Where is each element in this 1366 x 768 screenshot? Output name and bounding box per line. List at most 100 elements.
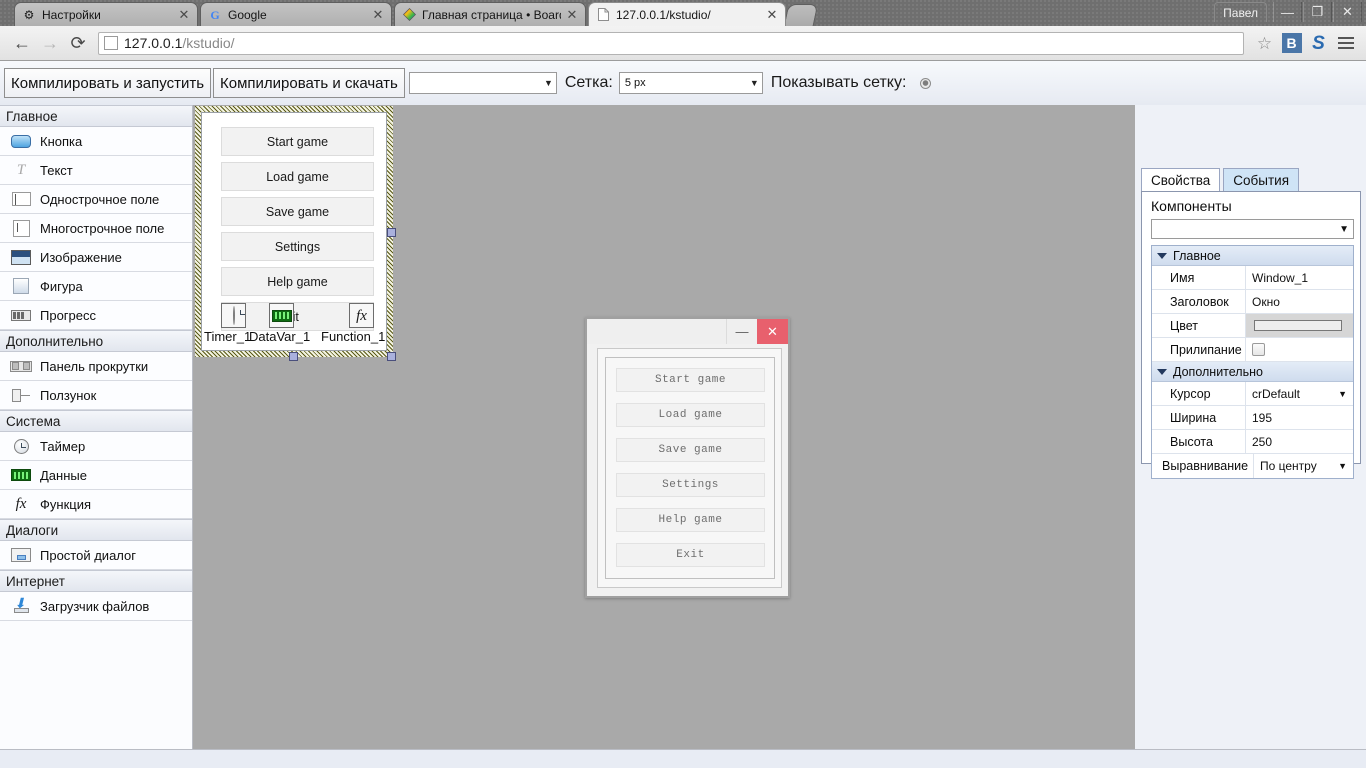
extension-s-icon[interactable]: S xyxy=(1306,31,1331,56)
browser-tabstrip: ⚙ Настройки ✕ G Google ✕ Главная страниц… xyxy=(0,0,1366,26)
design-button-help[interactable]: Help game xyxy=(221,267,374,296)
grid-size-select[interactable]: 5 px ▼ xyxy=(619,72,763,94)
selection-handle-bottom-right[interactable] xyxy=(387,352,396,361)
bookmark-star-icon[interactable]: ☆ xyxy=(1252,31,1277,56)
property-row-align[interactable]: Выравнивание По центру ▼ xyxy=(1152,454,1353,478)
preview-button-help[interactable]: Help game xyxy=(616,508,765,532)
reload-icon[interactable]: ⟳ xyxy=(64,29,92,57)
property-key: Ширина xyxy=(1152,411,1245,425)
design-button-load[interactable]: Load game xyxy=(221,162,374,191)
palette-item-button[interactable]: Кнопка xyxy=(0,127,192,156)
menu-icon[interactable] xyxy=(1333,31,1358,56)
tab-events[interactable]: События xyxy=(1223,168,1299,192)
window-minimize-button[interactable]: — xyxy=(1273,2,1302,22)
url-host: 127.0.0.1 xyxy=(124,35,182,51)
page-icon xyxy=(104,36,118,50)
palette-item-file-downloader[interactable]: Загрузчик файлов xyxy=(0,592,192,621)
preview-button-settings[interactable]: Settings xyxy=(616,473,765,497)
palette-item-simple-dialog[interactable]: Простой диалог xyxy=(0,541,192,570)
property-value[interactable]: Window_1 xyxy=(1245,266,1353,289)
browser-tab-3[interactable]: Главная страница • Board.l ✕ xyxy=(394,2,586,26)
property-group-additional[interactable]: Дополнительно xyxy=(1152,362,1353,382)
preview-close-button[interactable]: ✕ xyxy=(757,319,788,344)
palette-item-image[interactable]: Изображение xyxy=(0,243,192,272)
selection-handle-bottom[interactable] xyxy=(289,352,298,361)
preview-button-save[interactable]: Save game xyxy=(616,438,765,462)
tab-title: 127.0.0.1/kstudio/ xyxy=(616,8,761,22)
property-value[interactable]: 250 xyxy=(1245,430,1353,453)
browser-tab-2[interactable]: G Google ✕ xyxy=(200,2,392,26)
component-select[interactable]: ▼ xyxy=(409,72,557,94)
palette-item-data[interactable]: Данные xyxy=(0,461,192,490)
preview-button-load[interactable]: Load game xyxy=(616,403,765,427)
image-icon xyxy=(10,248,32,266)
property-value-select[interactable]: crDefault ▼ xyxy=(1245,382,1353,405)
browser-profile-button[interactable]: Павел xyxy=(1214,2,1267,22)
palette-item-function[interactable]: fx Функция xyxy=(0,490,192,519)
checkbox-icon[interactable] xyxy=(1252,343,1265,356)
property-row-cursor[interactable]: Курсор crDefault ▼ xyxy=(1152,382,1353,406)
property-group-main[interactable]: Главное xyxy=(1152,246,1353,266)
property-value-checkbox[interactable] xyxy=(1245,338,1353,361)
palette-item-text[interactable]: T Текст xyxy=(0,156,192,185)
address-bar[interactable]: 127.0.0.1/kstudio/ xyxy=(98,32,1244,55)
tab-close-icon[interactable]: ✕ xyxy=(177,8,191,22)
tab-close-icon[interactable]: ✕ xyxy=(565,8,579,22)
property-row-caption[interactable]: Заголовок Окно xyxy=(1152,290,1353,314)
palette-item-scrollbar[interactable]: Панель прокрутки xyxy=(0,352,192,381)
palette-item-progress[interactable]: Прогресс xyxy=(0,301,192,330)
preview-window[interactable]: — ✕ Start game Load game Save game Setti… xyxy=(585,317,790,598)
property-row-name[interactable]: Имя Window_1 xyxy=(1152,266,1353,290)
back-icon[interactable]: ← xyxy=(8,29,36,57)
collapse-triangle-icon xyxy=(1157,253,1167,259)
palette-item-trackbar[interactable]: Ползунок xyxy=(0,381,192,410)
color-swatch[interactable] xyxy=(1254,320,1342,331)
forward-icon[interactable]: → xyxy=(36,29,64,57)
palette-item-edit[interactable]: Однострочное поле xyxy=(0,185,192,214)
property-value-select[interactable]: По центру ▼ xyxy=(1253,454,1353,478)
compile-and-run-button[interactable]: Компилировать и запустить xyxy=(4,68,211,98)
preview-button-exit[interactable]: Exit xyxy=(616,543,765,567)
design-component-function[interactable]: fx xyxy=(349,303,374,328)
preview-minimize-button[interactable]: — xyxy=(726,319,757,344)
property-row-height[interactable]: Высота 250 xyxy=(1152,430,1353,454)
window-close-button[interactable]: ✕ xyxy=(1333,2,1362,22)
design-button-start[interactable]: Start game xyxy=(221,127,374,156)
palette-item-memo[interactable]: Многострочное поле xyxy=(0,214,192,243)
preview-button-start[interactable]: Start game xyxy=(616,368,765,392)
new-tab-button[interactable] xyxy=(784,4,819,26)
property-row-width[interactable]: Ширина 195 xyxy=(1152,406,1353,430)
window-maximize-button[interactable]: ❐ xyxy=(1303,2,1332,22)
browser-tab-1[interactable]: ⚙ Настройки ✕ xyxy=(14,2,198,26)
gear-icon: ⚙ xyxy=(21,7,37,23)
design-canvas[interactable]: Start game Load game Save game Settings … xyxy=(193,105,1135,768)
palette-item-timer[interactable]: Таймер xyxy=(0,432,192,461)
palette-item-label: Прогресс xyxy=(40,308,96,323)
design-form[interactable]: Start game Load game Save game Settings … xyxy=(201,112,387,351)
tab-close-icon[interactable]: ✕ xyxy=(765,8,779,22)
compile-and-download-button[interactable]: Компилировать и скачать xyxy=(213,68,405,98)
palette-item-shape[interactable]: Фигура xyxy=(0,272,192,301)
tab-close-icon[interactable]: ✕ xyxy=(371,8,385,22)
property-key: Цвет xyxy=(1152,319,1245,333)
tab-properties[interactable]: Свойства xyxy=(1141,168,1220,192)
design-component-data[interactable] xyxy=(269,303,294,328)
components-select[interactable]: ▼ xyxy=(1151,219,1354,239)
property-value-color[interactable] xyxy=(1245,314,1353,337)
form-selection[interactable]: Start game Load game Save game Settings … xyxy=(195,106,393,357)
show-grid-checkbox[interactable] xyxy=(920,78,931,89)
property-value[interactable]: Окно xyxy=(1245,290,1353,313)
extension-vk-icon[interactable]: В xyxy=(1279,31,1304,56)
property-value[interactable]: 195 xyxy=(1245,406,1353,429)
design-button-save[interactable]: Save game xyxy=(221,197,374,226)
property-row-snap[interactable]: Прилипание xyxy=(1152,338,1353,362)
palette-item-label: Данные xyxy=(40,468,87,483)
design-component-label-data: DataVar_1 xyxy=(249,329,310,344)
property-row-color[interactable]: Цвет xyxy=(1152,314,1353,338)
design-button-settings[interactable]: Settings xyxy=(221,232,374,261)
browser-tab-4-active[interactable]: 127.0.0.1/kstudio/ ✕ xyxy=(588,2,786,26)
tab-title: Настройки xyxy=(42,8,173,22)
design-component-timer[interactable] xyxy=(221,303,246,328)
selection-handle-right[interactable] xyxy=(387,228,396,237)
preview-panel: Start game Load game Save game Settings … xyxy=(605,357,775,579)
